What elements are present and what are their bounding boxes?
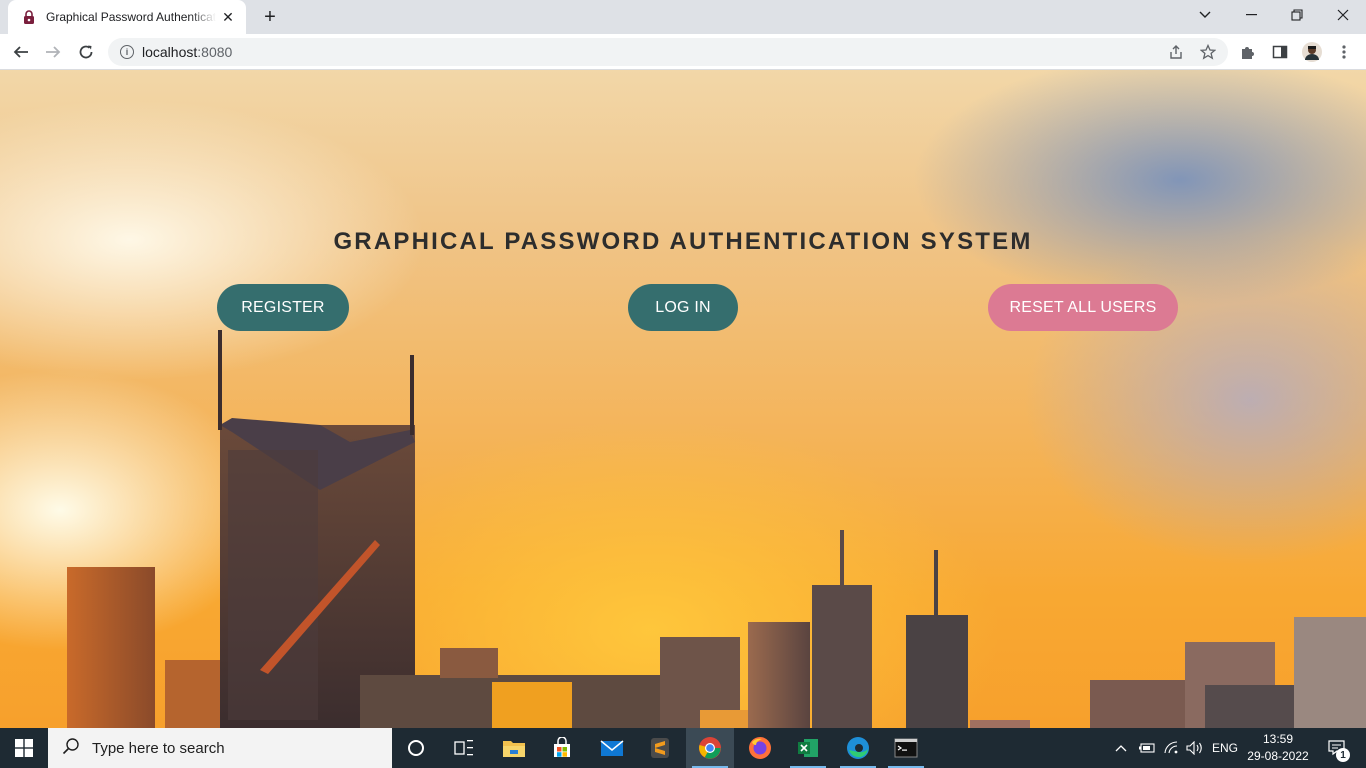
- menu-kebab-icon[interactable]: [1334, 42, 1354, 62]
- browser-toolbar: i localhost:8080: [0, 34, 1366, 70]
- url-host: localhost: [142, 44, 198, 60]
- reset-all-users-button[interactable]: RESET ALL USERS: [988, 284, 1178, 331]
- site-info-icon[interactable]: i: [120, 45, 134, 59]
- taskbar: Type here to search ENG 13:59 29-08-2022…: [0, 728, 1366, 768]
- edge-icon[interactable]: [834, 728, 882, 768]
- browser-tab[interactable]: Graphical Password Authentication ✕: [8, 0, 246, 34]
- search-placeholder: Type here to search: [92, 739, 225, 757]
- firefox-icon[interactable]: [736, 728, 784, 768]
- taskbar-search-box[interactable]: Type here to search: [48, 728, 392, 768]
- address-bar[interactable]: i localhost:8080: [108, 38, 1228, 66]
- city-skyline-background: [67, 330, 1366, 728]
- new-tab-button[interactable]: +: [258, 6, 282, 28]
- tab-title: Graphical Password Authentication: [46, 10, 216, 24]
- reload-button[interactable]: [72, 38, 100, 66]
- share-icon[interactable]: [1166, 42, 1186, 62]
- clock-time: 13:59: [1262, 732, 1294, 746]
- profile-avatar[interactable]: [1302, 42, 1322, 62]
- url-text: localhost:8080: [142, 44, 232, 60]
- clock-date: 29-08-2022: [1247, 749, 1309, 763]
- url-port: :8080: [197, 44, 233, 60]
- notification-center-button[interactable]: 1: [1322, 728, 1352, 768]
- system-clock[interactable]: 13:59 29-08-2022: [1242, 731, 1314, 765]
- task-view-icon[interactable]: [440, 728, 488, 768]
- mail-icon[interactable]: [588, 728, 636, 768]
- close-window-button[interactable]: [1320, 0, 1366, 30]
- microsoft-store-icon[interactable]: [538, 728, 586, 768]
- terminal-icon[interactable]: [882, 728, 930, 768]
- excel-icon[interactable]: [784, 728, 832, 768]
- lock-favicon-icon: [22, 9, 36, 25]
- chrome-taskbar-icon[interactable]: [686, 728, 734, 768]
- bookmark-star-icon[interactable]: [1198, 42, 1218, 62]
- side-panel-icon[interactable]: [1270, 42, 1290, 62]
- battery-icon[interactable]: [1138, 728, 1156, 768]
- volume-icon[interactable]: [1186, 728, 1204, 768]
- file-explorer-icon[interactable]: [490, 728, 538, 768]
- tab-strip: Graphical Password Authentication ✕ +: [0, 0, 1366, 34]
- sublime-text-icon[interactable]: [636, 728, 684, 768]
- search-icon: [62, 737, 80, 760]
- forward-button[interactable]: [39, 38, 67, 66]
- page-title: GRAPHICAL PASSWORD AUTHENTICATION SYSTEM: [333, 228, 1033, 255]
- wifi-icon[interactable]: [1164, 728, 1180, 768]
- extensions-puzzle-icon[interactable]: [1238, 42, 1258, 62]
- page-viewport: GRAPHICAL PASSWORD AUTHENTICATION SYSTEM…: [0, 70, 1366, 728]
- minimize-button[interactable]: [1228, 0, 1274, 30]
- tab-close-icon[interactable]: ✕: [220, 9, 236, 25]
- cortana-icon[interactable]: [392, 728, 440, 768]
- show-hidden-icons-chevron-icon[interactable]: [1114, 728, 1128, 768]
- language-indicator[interactable]: ENG: [1212, 728, 1238, 768]
- windows-start-button[interactable]: [0, 728, 48, 768]
- notification-badge: 1: [1336, 748, 1350, 762]
- restore-button[interactable]: [1274, 0, 1320, 30]
- tab-search-chevron-icon[interactable]: [1182, 0, 1228, 30]
- login-button[interactable]: LOG IN: [628, 284, 738, 331]
- register-button[interactable]: REGISTER: [217, 284, 349, 331]
- back-button[interactable]: [7, 38, 35, 66]
